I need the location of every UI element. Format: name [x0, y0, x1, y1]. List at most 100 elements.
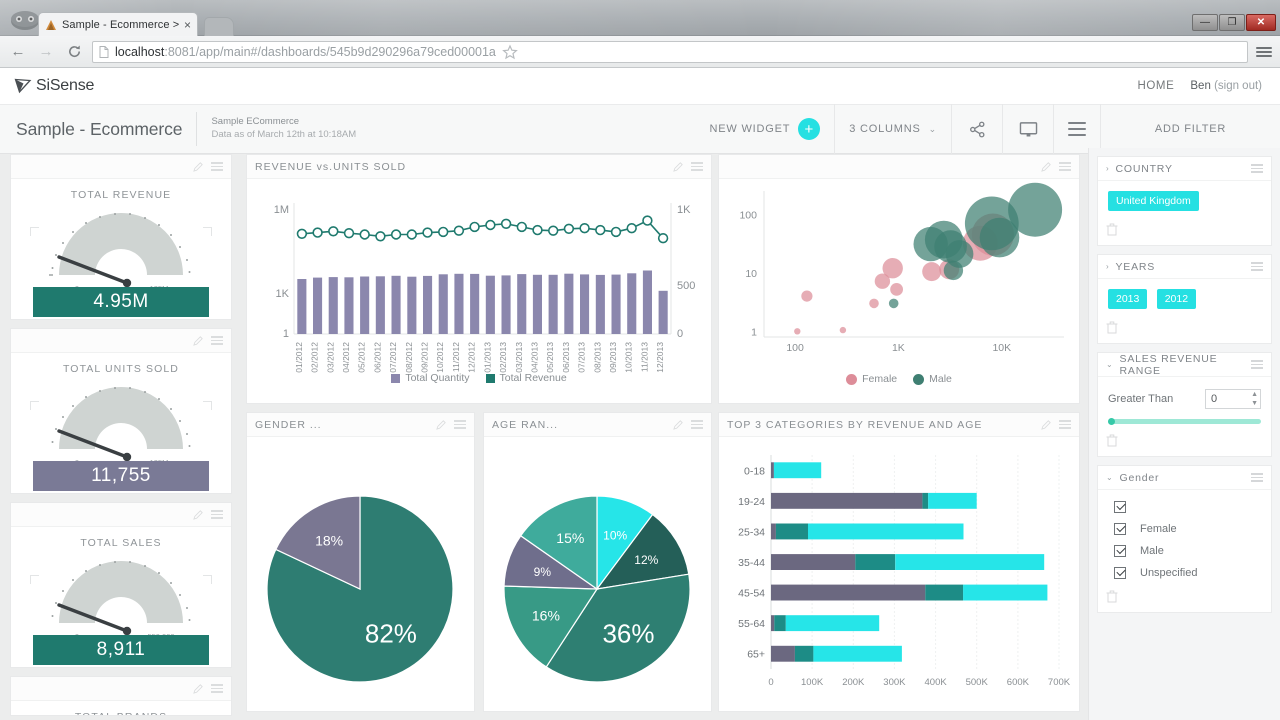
- legend-item-total-quantity[interactable]: Total Quantity: [391, 372, 469, 384]
- widget-total-brands[interactable]: TOTAL BRANDS: [10, 676, 232, 716]
- widget-menu-icon[interactable]: [211, 162, 223, 171]
- widget-gender-breakdown[interactable]: GENDER ... 82%18%: [246, 412, 475, 712]
- widget-menu-icon[interactable]: [454, 420, 466, 429]
- widget-menu-icon[interactable]: [691, 162, 703, 171]
- bubble[interactable]: [869, 299, 879, 309]
- filter-gender[interactable]: ⌄ Gender Female: [1097, 465, 1272, 613]
- bar-segment[interactable]: [776, 524, 808, 540]
- bookmark-star-icon[interactable]: [502, 44, 518, 60]
- filter-menu[interactable]: [1251, 360, 1263, 369]
- filter-header[interactable]: › COUNTRY: [1098, 157, 1271, 181]
- bubble[interactable]: [922, 262, 941, 281]
- bubble[interactable]: [1008, 183, 1062, 237]
- chevron-down-icon[interactable]: ⌄: [1106, 473, 1114, 482]
- browser-menu-icon[interactable]: [1256, 44, 1272, 60]
- filter-sales-revenue-range[interactable]: ⌄ SALES REVENUE RANGE Greater Than 0 ▲▼: [1097, 352, 1272, 457]
- home-link[interactable]: HOME: [1137, 80, 1174, 92]
- user-menu[interactable]: Ben (sign out): [1190, 80, 1262, 92]
- checkbox-icon[interactable]: [1114, 567, 1126, 579]
- checkbox-row-select-all[interactable]: [1108, 496, 1261, 518]
- filter-country[interactable]: › COUNTRY United Kingdom: [1097, 156, 1272, 246]
- widget-total-revenue[interactable]: TOTAL REVENUE: [10, 154, 232, 320]
- edit-pencil-icon[interactable]: [1041, 161, 1052, 172]
- bar-segment[interactable]: [808, 524, 964, 540]
- checkbox-row-unspecified[interactable]: Unspecified: [1108, 562, 1261, 584]
- reload-icon[interactable]: [64, 42, 84, 62]
- browser-tab[interactable]: Sample - Ecommerce > Si ×: [38, 12, 198, 36]
- filter-header[interactable]: › YEARS: [1098, 255, 1271, 279]
- chevron-down-icon[interactable]: ⌄: [1106, 360, 1114, 369]
- window-close-button[interactable]: ✕: [1246, 14, 1276, 31]
- bar-segment[interactable]: [786, 615, 879, 631]
- checkbox-icon[interactable]: [1114, 545, 1126, 557]
- bar-segment[interactable]: [922, 493, 928, 509]
- widget-menu-icon[interactable]: [691, 420, 703, 429]
- filter-value-pill[interactable]: United Kingdom: [1108, 191, 1199, 211]
- checkbox-icon[interactable]: [1114, 523, 1126, 535]
- bubble[interactable]: [946, 240, 974, 268]
- bar-segment[interactable]: [925, 585, 963, 601]
- new-tab-button[interactable]: [204, 17, 234, 36]
- filter-value-pill[interactable]: 2013: [1108, 289, 1147, 309]
- bar-segment[interactable]: [774, 462, 821, 478]
- filter-header[interactable]: ⌄ Gender: [1098, 466, 1271, 490]
- edit-pencil-icon[interactable]: [193, 161, 204, 172]
- filter-header[interactable]: ⌄ SALES REVENUE RANGE: [1098, 353, 1271, 377]
- edit-pencil-icon[interactable]: [1041, 419, 1052, 430]
- widget-total-sales[interactable]: TOTAL SALES: [10, 502, 232, 668]
- add-filter-button[interactable]: ADD FILTER: [1100, 104, 1280, 154]
- widget-menu-icon[interactable]: [211, 510, 223, 519]
- widget-top3-categories[interactable]: TOP 3 CATEGORIES BY REVENUE AND AGE 0-18…: [718, 412, 1080, 712]
- filter-menu[interactable]: [1251, 473, 1263, 482]
- share-button[interactable]: [951, 104, 1002, 154]
- widget-revenue-scatter[interactable]: 110100 1001K10K Female Male: [718, 154, 1080, 404]
- dashboard-menu-button[interactable]: [1053, 104, 1100, 154]
- edit-pencil-icon[interactable]: [193, 683, 204, 694]
- trash-icon[interactable]: [1106, 590, 1118, 603]
- trash-icon[interactable]: [1106, 434, 1118, 447]
- edit-pencil-icon[interactable]: [193, 335, 204, 346]
- widget-age-range[interactable]: AGE RAN... 10%12%36%16%9%15%: [483, 412, 712, 712]
- edit-pencil-icon[interactable]: [436, 419, 447, 430]
- widget-menu-icon[interactable]: [1059, 420, 1071, 429]
- legend-item-male[interactable]: Male: [913, 373, 952, 385]
- edit-pencil-icon[interactable]: [673, 419, 684, 430]
- checkbox-row-male[interactable]: Male: [1108, 540, 1261, 562]
- bubble[interactable]: [794, 328, 800, 334]
- range-slider[interactable]: [1108, 419, 1261, 424]
- legend-item-total-revenue[interactable]: Total Revenue: [486, 372, 567, 384]
- widget-menu-icon[interactable]: [211, 336, 223, 345]
- bar-segment[interactable]: [928, 493, 977, 509]
- forward-icon[interactable]: →: [36, 42, 56, 62]
- bar-segment[interactable]: [963, 585, 1047, 601]
- window-maximize-button[interactable]: ❐: [1219, 14, 1245, 31]
- bubble[interactable]: [801, 291, 812, 302]
- widget-total-units-sold[interactable]: TOTAL UNITS SOLD: [10, 328, 232, 494]
- bar-segment[interactable]: [813, 646, 902, 662]
- bar-segment[interactable]: [771, 554, 855, 570]
- checkbox-icon[interactable]: [1114, 501, 1126, 513]
- bubble[interactable]: [883, 258, 903, 278]
- edit-pencil-icon[interactable]: [673, 161, 684, 172]
- presentation-button[interactable]: [1002, 104, 1053, 154]
- filter-years[interactable]: › YEARS 2013 2012: [1097, 254, 1272, 344]
- range-slider-knob[interactable]: [1108, 418, 1115, 425]
- bubble[interactable]: [840, 327, 846, 333]
- legend-item-female[interactable]: Female: [846, 373, 897, 385]
- filter-menu-icon[interactable]: [1251, 262, 1263, 271]
- bar-segment[interactable]: [771, 615, 774, 631]
- widget-menu-icon[interactable]: [1059, 162, 1071, 171]
- widget-menu-icon[interactable]: [211, 684, 223, 693]
- bar-segment[interactable]: [795, 646, 814, 662]
- back-icon[interactable]: ←: [8, 42, 28, 62]
- bar-segment[interactable]: [774, 615, 786, 631]
- window-minimize-button[interactable]: —: [1192, 14, 1218, 31]
- trash-icon[interactable]: [1106, 223, 1118, 236]
- bar-segment[interactable]: [771, 493, 922, 509]
- bar-segment[interactable]: [771, 646, 795, 662]
- bubble[interactable]: [890, 283, 903, 296]
- address-bar[interactable]: localhost:8081/app/main#/dashboards/545b…: [92, 41, 1248, 63]
- widget-revenue-vs-units-sold[interactable]: REVENUE vs.UNITS SOLD 1M 1K 1 1K 500: [246, 154, 712, 404]
- stepper-arrows-icon[interactable]: ▲▼: [1251, 391, 1258, 407]
- bubble[interactable]: [889, 299, 899, 309]
